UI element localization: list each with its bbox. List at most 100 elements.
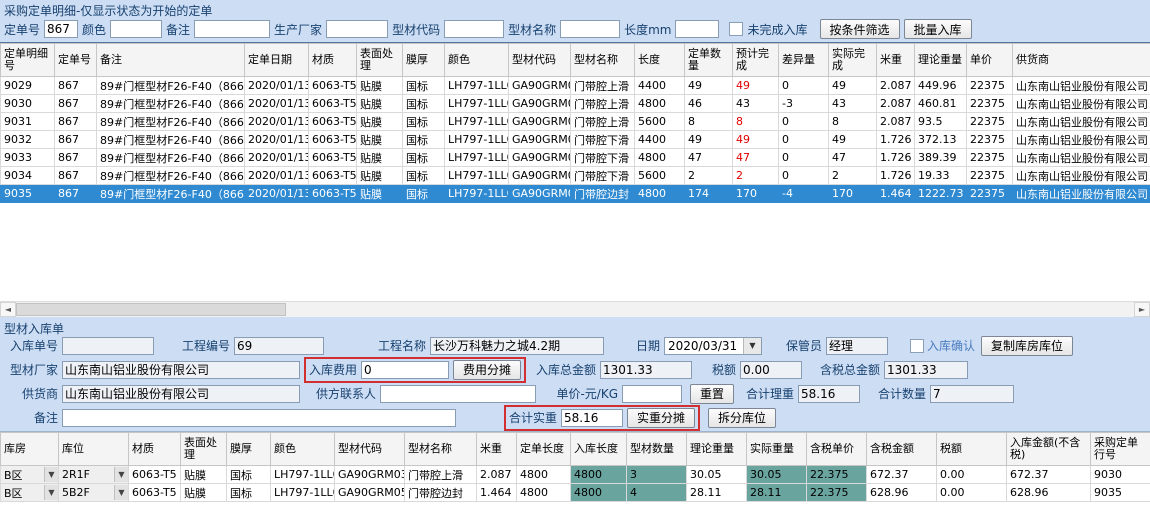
table-cell[interactable]: 93.5 [915, 113, 967, 131]
table-cell[interactable]: 28.11 [687, 484, 747, 502]
column-header[interactable]: 理论重量 [687, 433, 747, 466]
table-cell[interactable]: 4800 [517, 466, 571, 484]
table-cell[interactable]: GA90GRM03 [509, 77, 571, 95]
table-cell[interactable]: 4800 [517, 484, 571, 502]
copy-location-button[interactable]: 复制库房库位 [981, 336, 1073, 356]
project-name-field[interactable] [430, 337, 604, 355]
table-cell[interactable]: 6063-T5 [309, 113, 357, 131]
column-header[interactable]: 型材数量 [627, 433, 687, 466]
table-row[interactable]: 903386789#门框型材F26-F40（866+867）2020/01/13… [1, 149, 1150, 167]
table-cell[interactable]: 867 [55, 185, 97, 203]
table-cell[interactable]: 22375 [967, 185, 1013, 203]
table-cell[interactable]: 4400 [635, 77, 685, 95]
table-cell[interactable]: 867 [55, 149, 97, 167]
table-cell[interactable]: 22375 [967, 167, 1013, 185]
table-cell[interactable]: 贴膜 [357, 131, 403, 149]
table-cell[interactable]: 9030 [1091, 466, 1150, 484]
actual-total-field[interactable] [561, 409, 623, 427]
column-header[interactable]: 供货商 [1013, 44, 1150, 77]
table-cell[interactable]: 628.96 [867, 484, 937, 502]
table-cell[interactable]: 2.087 [477, 466, 517, 484]
table-cell[interactable]: 170 [733, 185, 779, 203]
qty-total-field[interactable] [930, 385, 1014, 403]
table-cell[interactable]: 9035 [1, 185, 55, 203]
table-cell[interactable]: -3 [779, 95, 829, 113]
table-cell[interactable]: 2020/01/13 [245, 113, 309, 131]
table-cell[interactable]: 贴膜 [357, 167, 403, 185]
column-header[interactable]: 定单号 [55, 44, 97, 77]
table-cell[interactable]: 贴膜 [357, 77, 403, 95]
table-cell[interactable]: 9029 [1, 77, 55, 95]
table-cell[interactable]: 国标 [403, 185, 445, 203]
column-header[interactable]: 表面处理 [357, 44, 403, 77]
table-cell[interactable]: 170 [829, 185, 877, 203]
table-cell[interactable]: 山东南山铝业股份有限公司 [1013, 185, 1150, 203]
column-header[interactable]: 材质 [309, 44, 357, 77]
column-header[interactable]: 单价 [967, 44, 1013, 77]
table-cell[interactable]: 国标 [403, 77, 445, 95]
table-cell[interactable]: 30.05 [687, 466, 747, 484]
table-cell[interactable]: 0 [779, 113, 829, 131]
table-cell[interactable]: 8 [829, 113, 877, 131]
table-cell[interactable]: 5B2F▼ [59, 484, 129, 502]
column-header[interactable]: 型材名称 [571, 44, 635, 77]
table-cell[interactable]: 43 [733, 95, 779, 113]
table-cell[interactable]: 47 [685, 149, 733, 167]
column-header[interactable]: 库位 [59, 433, 129, 466]
table-cell[interactable]: 门带腔下滑 [571, 131, 635, 149]
table-cell[interactable]: 山东南山铝业股份有限公司 [1013, 131, 1150, 149]
table-cell[interactable]: 49 [685, 77, 733, 95]
table-cell[interactable]: 4800 [635, 149, 685, 167]
column-header[interactable]: 型材名称 [405, 433, 477, 466]
table-cell[interactable]: 国标 [227, 466, 271, 484]
table-cell[interactable]: 5600 [635, 113, 685, 131]
column-header[interactable]: 入库长度 [571, 433, 627, 466]
table-cell[interactable]: -4 [779, 185, 829, 203]
order-no-input[interactable] [44, 20, 78, 38]
length-input[interactable] [675, 20, 719, 38]
table-cell[interactable]: 0 [779, 149, 829, 167]
table-cell[interactable]: 4800 [571, 466, 627, 484]
confirm-checkbox[interactable] [910, 339, 924, 353]
table-cell[interactable]: GA90GRM04 [509, 167, 571, 185]
table-cell[interactable]: 0.00 [937, 484, 1007, 502]
column-header[interactable]: 采购定单行号 [1091, 433, 1150, 466]
table-cell[interactable]: 89#门框型材F26-F40（866+867） [97, 131, 245, 149]
table-row[interactable]: 903586789#门框型材F26-F40（866+867）2020/01/13… [1, 185, 1150, 203]
unit-price-field[interactable] [622, 385, 682, 403]
column-header[interactable]: 理论重量 [915, 44, 967, 77]
table-cell[interactable]: GA90GRM05 [335, 484, 405, 502]
table-cell[interactable]: 2020/01/13 [245, 167, 309, 185]
column-header[interactable]: 定单明细号 [1, 44, 55, 77]
scroll-track[interactable] [286, 302, 1134, 317]
table-cell[interactable]: 4800 [571, 484, 627, 502]
table-cell[interactable]: 174 [685, 185, 733, 203]
table-cell[interactable]: 0 [779, 167, 829, 185]
table-cell[interactable]: 867 [55, 77, 97, 95]
column-header[interactable]: 定单长度 [517, 433, 571, 466]
table-cell[interactable]: 门带腔下滑 [571, 167, 635, 185]
date-picker[interactable]: 2020/03/31 ▼ [664, 337, 762, 355]
dropdown-arrow-icon[interactable]: ▼ [114, 467, 128, 482]
receipt-no-field[interactable] [62, 337, 154, 355]
table-cell[interactable]: 43 [829, 95, 877, 113]
factory-field[interactable] [62, 361, 300, 379]
table-cell[interactable]: 山东南山铝业股份有限公司 [1013, 113, 1150, 131]
table-cell[interactable]: 4800 [635, 95, 685, 113]
table-cell[interactable]: LH797-1LL0 [445, 185, 509, 203]
table-cell[interactable]: 0.00 [937, 466, 1007, 484]
table-cell[interactable]: 47 [733, 149, 779, 167]
table-cell[interactable]: GA90GRM04 [509, 131, 571, 149]
table-cell[interactable]: 1.726 [877, 131, 915, 149]
table-cell[interactable]: 9035 [1091, 484, 1150, 502]
profile-code-input[interactable] [444, 20, 504, 38]
table-cell[interactable]: 2 [829, 167, 877, 185]
table-cell[interactable]: 4400 [635, 131, 685, 149]
table-cell[interactable]: 19.33 [915, 167, 967, 185]
table-cell[interactable]: 国标 [403, 149, 445, 167]
table-cell[interactable]: 6063-T5 [309, 77, 357, 95]
column-header[interactable]: 含税金额 [867, 433, 937, 466]
table-cell[interactable]: 2020/01/13 [245, 149, 309, 167]
table-cell[interactable]: 门带腔边封 [405, 484, 477, 502]
supplier-field[interactable] [62, 385, 300, 403]
